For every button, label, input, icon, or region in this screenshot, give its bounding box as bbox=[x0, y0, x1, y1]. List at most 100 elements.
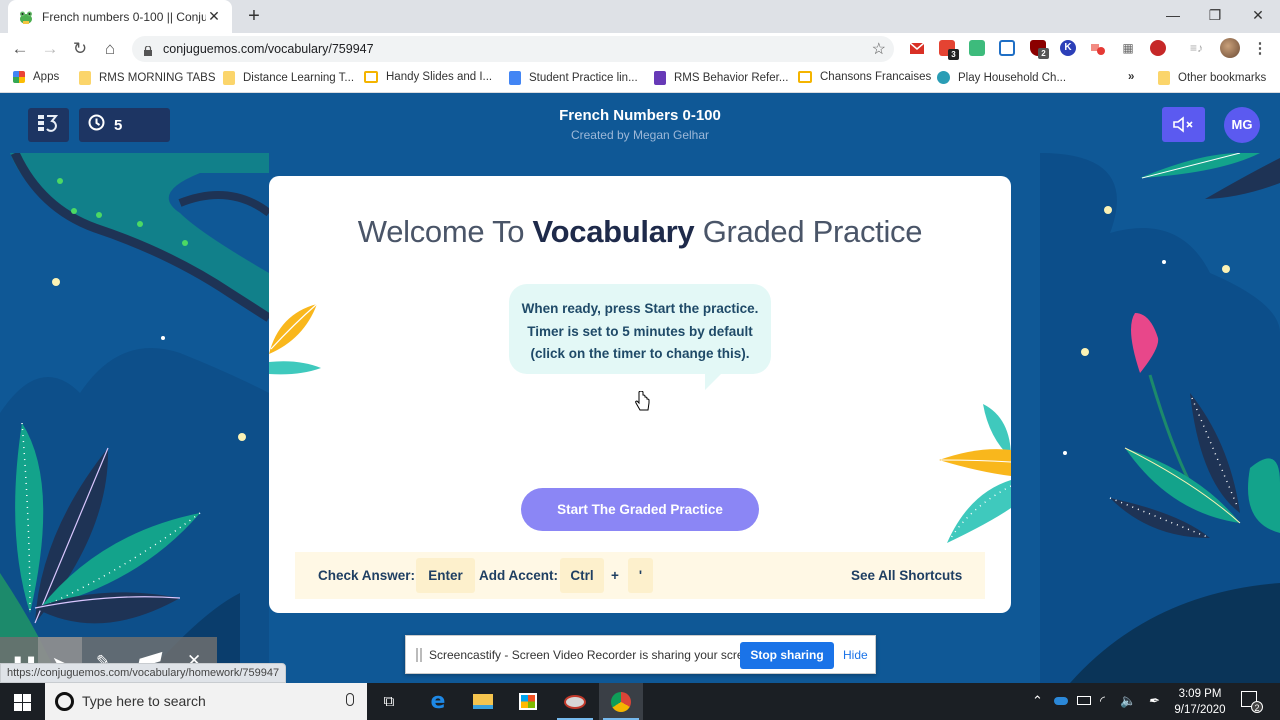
back-icon[interactable]: ← bbox=[10, 39, 30, 59]
shortcuts-bar: Check Answer: Enter Add Accent: Ctrl + '… bbox=[295, 552, 985, 599]
drag-handle-icon[interactable] bbox=[416, 648, 422, 662]
folder-icon bbox=[223, 71, 235, 85]
minimize-icon[interactable]: — bbox=[1162, 4, 1184, 26]
volume-icon[interactable]: 🔈 bbox=[1120, 693, 1136, 709]
address-bar[interactable]: conjuguemos.com/vocabulary/759947 ☆ bbox=[132, 36, 894, 62]
battery-icon[interactable] bbox=[1077, 696, 1091, 705]
speaker-muted-icon bbox=[1173, 116, 1195, 138]
url-text: conjuguemos.com/vocabulary/759947 bbox=[163, 42, 374, 56]
see-all-shortcuts-link[interactable]: See All Shortcuts bbox=[851, 568, 962, 583]
apps-grid-icon bbox=[13, 71, 25, 83]
page-title: French Numbers 0-100 bbox=[559, 107, 721, 124]
tab-title: French numbers 0-100 || Conjuguemos bbox=[42, 9, 206, 24]
notification-count-badge: 2 bbox=[1251, 701, 1263, 713]
chrome-icon bbox=[611, 691, 631, 712]
onedrive-icon[interactable] bbox=[1054, 697, 1068, 705]
leaf-decoration-left bbox=[269, 303, 321, 375]
instruction-line: When ready, press Start the practice. bbox=[521, 301, 759, 316]
menu-kebab-icon[interactable]: ⋮ bbox=[1250, 39, 1270, 59]
slides-icon bbox=[798, 71, 812, 83]
store-icon bbox=[519, 693, 537, 710]
wifi-icon[interactable]: ◜ bbox=[1100, 693, 1105, 709]
reload-icon[interactable]: ↻ bbox=[70, 39, 90, 59]
plus-sign: + bbox=[611, 568, 619, 583]
browser-tabstrip: French numbers 0-100 || Conjuguemos ✕ + … bbox=[0, 0, 1280, 33]
search-placeholder: Type here to search bbox=[82, 693, 206, 709]
restore-icon[interactable]: ❐ bbox=[1204, 4, 1226, 26]
instruction-line: (click on the timer to change this). bbox=[530, 346, 750, 361]
check-answer-label: Check Answer: bbox=[318, 568, 416, 583]
bookmark-chansons-francaises[interactable]: Chansons Francaises bbox=[798, 71, 931, 83]
folder-icon bbox=[1158, 71, 1170, 85]
file-explorer-taskbar-button[interactable] bbox=[461, 683, 505, 720]
new-tab-button[interactable]: + bbox=[244, 5, 264, 28]
share-message: Screencastify - Screen Video Recorder is… bbox=[429, 648, 761, 662]
chrome-taskbar-button[interactable] bbox=[599, 683, 643, 720]
forms-icon bbox=[654, 71, 666, 85]
ctrl-key: Ctrl bbox=[560, 558, 604, 593]
slides-icon bbox=[364, 71, 378, 83]
clock-date: 9/17/2020 bbox=[1174, 704, 1226, 716]
task-view-button[interactable]: ⧉ bbox=[367, 683, 411, 720]
bookmark-handy-slides[interactable]: Handy Slides and I... bbox=[364, 71, 492, 83]
bookmark-rms-behavior[interactable]: RMS Behavior Refer... bbox=[654, 71, 788, 85]
bookmark-other[interactable]: Other bookmarks bbox=[1158, 71, 1266, 85]
bookmark-apps[interactable]: Apps bbox=[13, 71, 59, 83]
gmail-ext-icon[interactable] bbox=[909, 40, 925, 56]
tray-overflow-icon[interactable]: ⌃ bbox=[1032, 693, 1043, 709]
red-circle-ext-icon[interactable] bbox=[1150, 40, 1166, 56]
bitmoji-ext-icon[interactable] bbox=[969, 40, 985, 56]
home-icon[interactable]: ⌂ bbox=[100, 39, 120, 59]
bookmark-student-practice[interactable]: Student Practice lin... bbox=[509, 71, 638, 85]
screen-ext-icon[interactable] bbox=[999, 40, 1015, 56]
ublock-ext-icon[interactable]: 2 bbox=[1030, 40, 1049, 59]
tab-close-icon[interactable]: ✕ bbox=[206, 8, 222, 25]
bookmarks-overflow-button[interactable]: » bbox=[1128, 71, 1134, 83]
snipping-tool-taskbar-button[interactable] bbox=[553, 683, 597, 720]
page-subtitle: Created by Megan Gelhar bbox=[570, 128, 710, 142]
snipping-tool-icon bbox=[564, 694, 586, 709]
stop-sharing-button[interactable]: Stop sharing bbox=[740, 642, 834, 669]
cortana-icon bbox=[55, 692, 74, 711]
bookmark-rms-morning-tabs[interactable]: RMS MORNING TABS bbox=[79, 71, 216, 85]
browser-toolbar: ← → ↻ ⌂ conjuguemos.com/vocabulary/75994… bbox=[0, 33, 1280, 64]
folder-icon bbox=[79, 71, 91, 85]
hand-cursor-icon bbox=[634, 390, 650, 418]
microphone-icon[interactable] bbox=[346, 693, 354, 706]
taskbar-search-box[interactable]: Type here to search bbox=[45, 683, 367, 720]
taskbar-clock[interactable]: 3:09 PM 9/17/2020 bbox=[1170, 686, 1230, 718]
edge-taskbar-button[interactable]: e bbox=[416, 683, 460, 720]
bookmark-play-household[interactable]: Play Household Ch... bbox=[937, 71, 1066, 84]
task-view-icon: ⧉ bbox=[383, 693, 395, 710]
kami-ext-icon[interactable]: K bbox=[1060, 40, 1076, 56]
enter-key: Enter bbox=[416, 558, 475, 593]
app-header: 5 French Numbers 0-100 Created by Megan … bbox=[0, 96, 1280, 153]
bookmarks-bar: Apps RMS MORNING TABS Distance Learning … bbox=[0, 64, 1280, 93]
frog-favicon-icon bbox=[18, 9, 34, 25]
edge-icon: e bbox=[430, 689, 446, 714]
bookmark-star-icon[interactable]: ☆ bbox=[872, 39, 886, 59]
window-close-icon[interactable]: ✕ bbox=[1247, 4, 1269, 26]
profile-avatar[interactable] bbox=[1220, 38, 1240, 58]
docs-icon bbox=[509, 71, 521, 85]
pen-workspace-icon[interactable]: ✒ bbox=[1148, 693, 1159, 709]
media-control-icon[interactable]: ≡♪ bbox=[1190, 40, 1206, 56]
apostrophe-key: ' bbox=[628, 558, 653, 593]
screen-share-notice: Screencastify - Screen Video Recorder is… bbox=[405, 635, 876, 674]
store-taskbar-button[interactable] bbox=[506, 683, 550, 720]
site-c-icon bbox=[937, 71, 950, 84]
bookmark-distance-learning[interactable]: Distance Learning T... bbox=[223, 71, 354, 85]
user-avatar[interactable]: MG bbox=[1224, 107, 1260, 143]
instructions-bubble: When ready, press Start the practice. Ti… bbox=[509, 284, 771, 390]
hide-button[interactable]: Hide bbox=[843, 648, 868, 662]
mute-button[interactable] bbox=[1162, 107, 1205, 142]
browser-tab[interactable]: French numbers 0-100 || Conjuguemos ✕ bbox=[8, 0, 232, 33]
start-practice-button[interactable]: Start The Graded Practice bbox=[521, 488, 759, 531]
extensions-grid-icon[interactable]: ▦ bbox=[1120, 40, 1136, 56]
welcome-heading: Welcome To Vocabulary Graded Practice bbox=[357, 214, 923, 249]
todoist-ext-icon[interactable]: 3 bbox=[939, 40, 959, 60]
screencastify-ext-icon[interactable] bbox=[1090, 40, 1106, 56]
forward-icon[interactable]: → bbox=[40, 39, 60, 59]
start-button[interactable] bbox=[0, 683, 45, 720]
lock-icon bbox=[144, 43, 152, 56]
